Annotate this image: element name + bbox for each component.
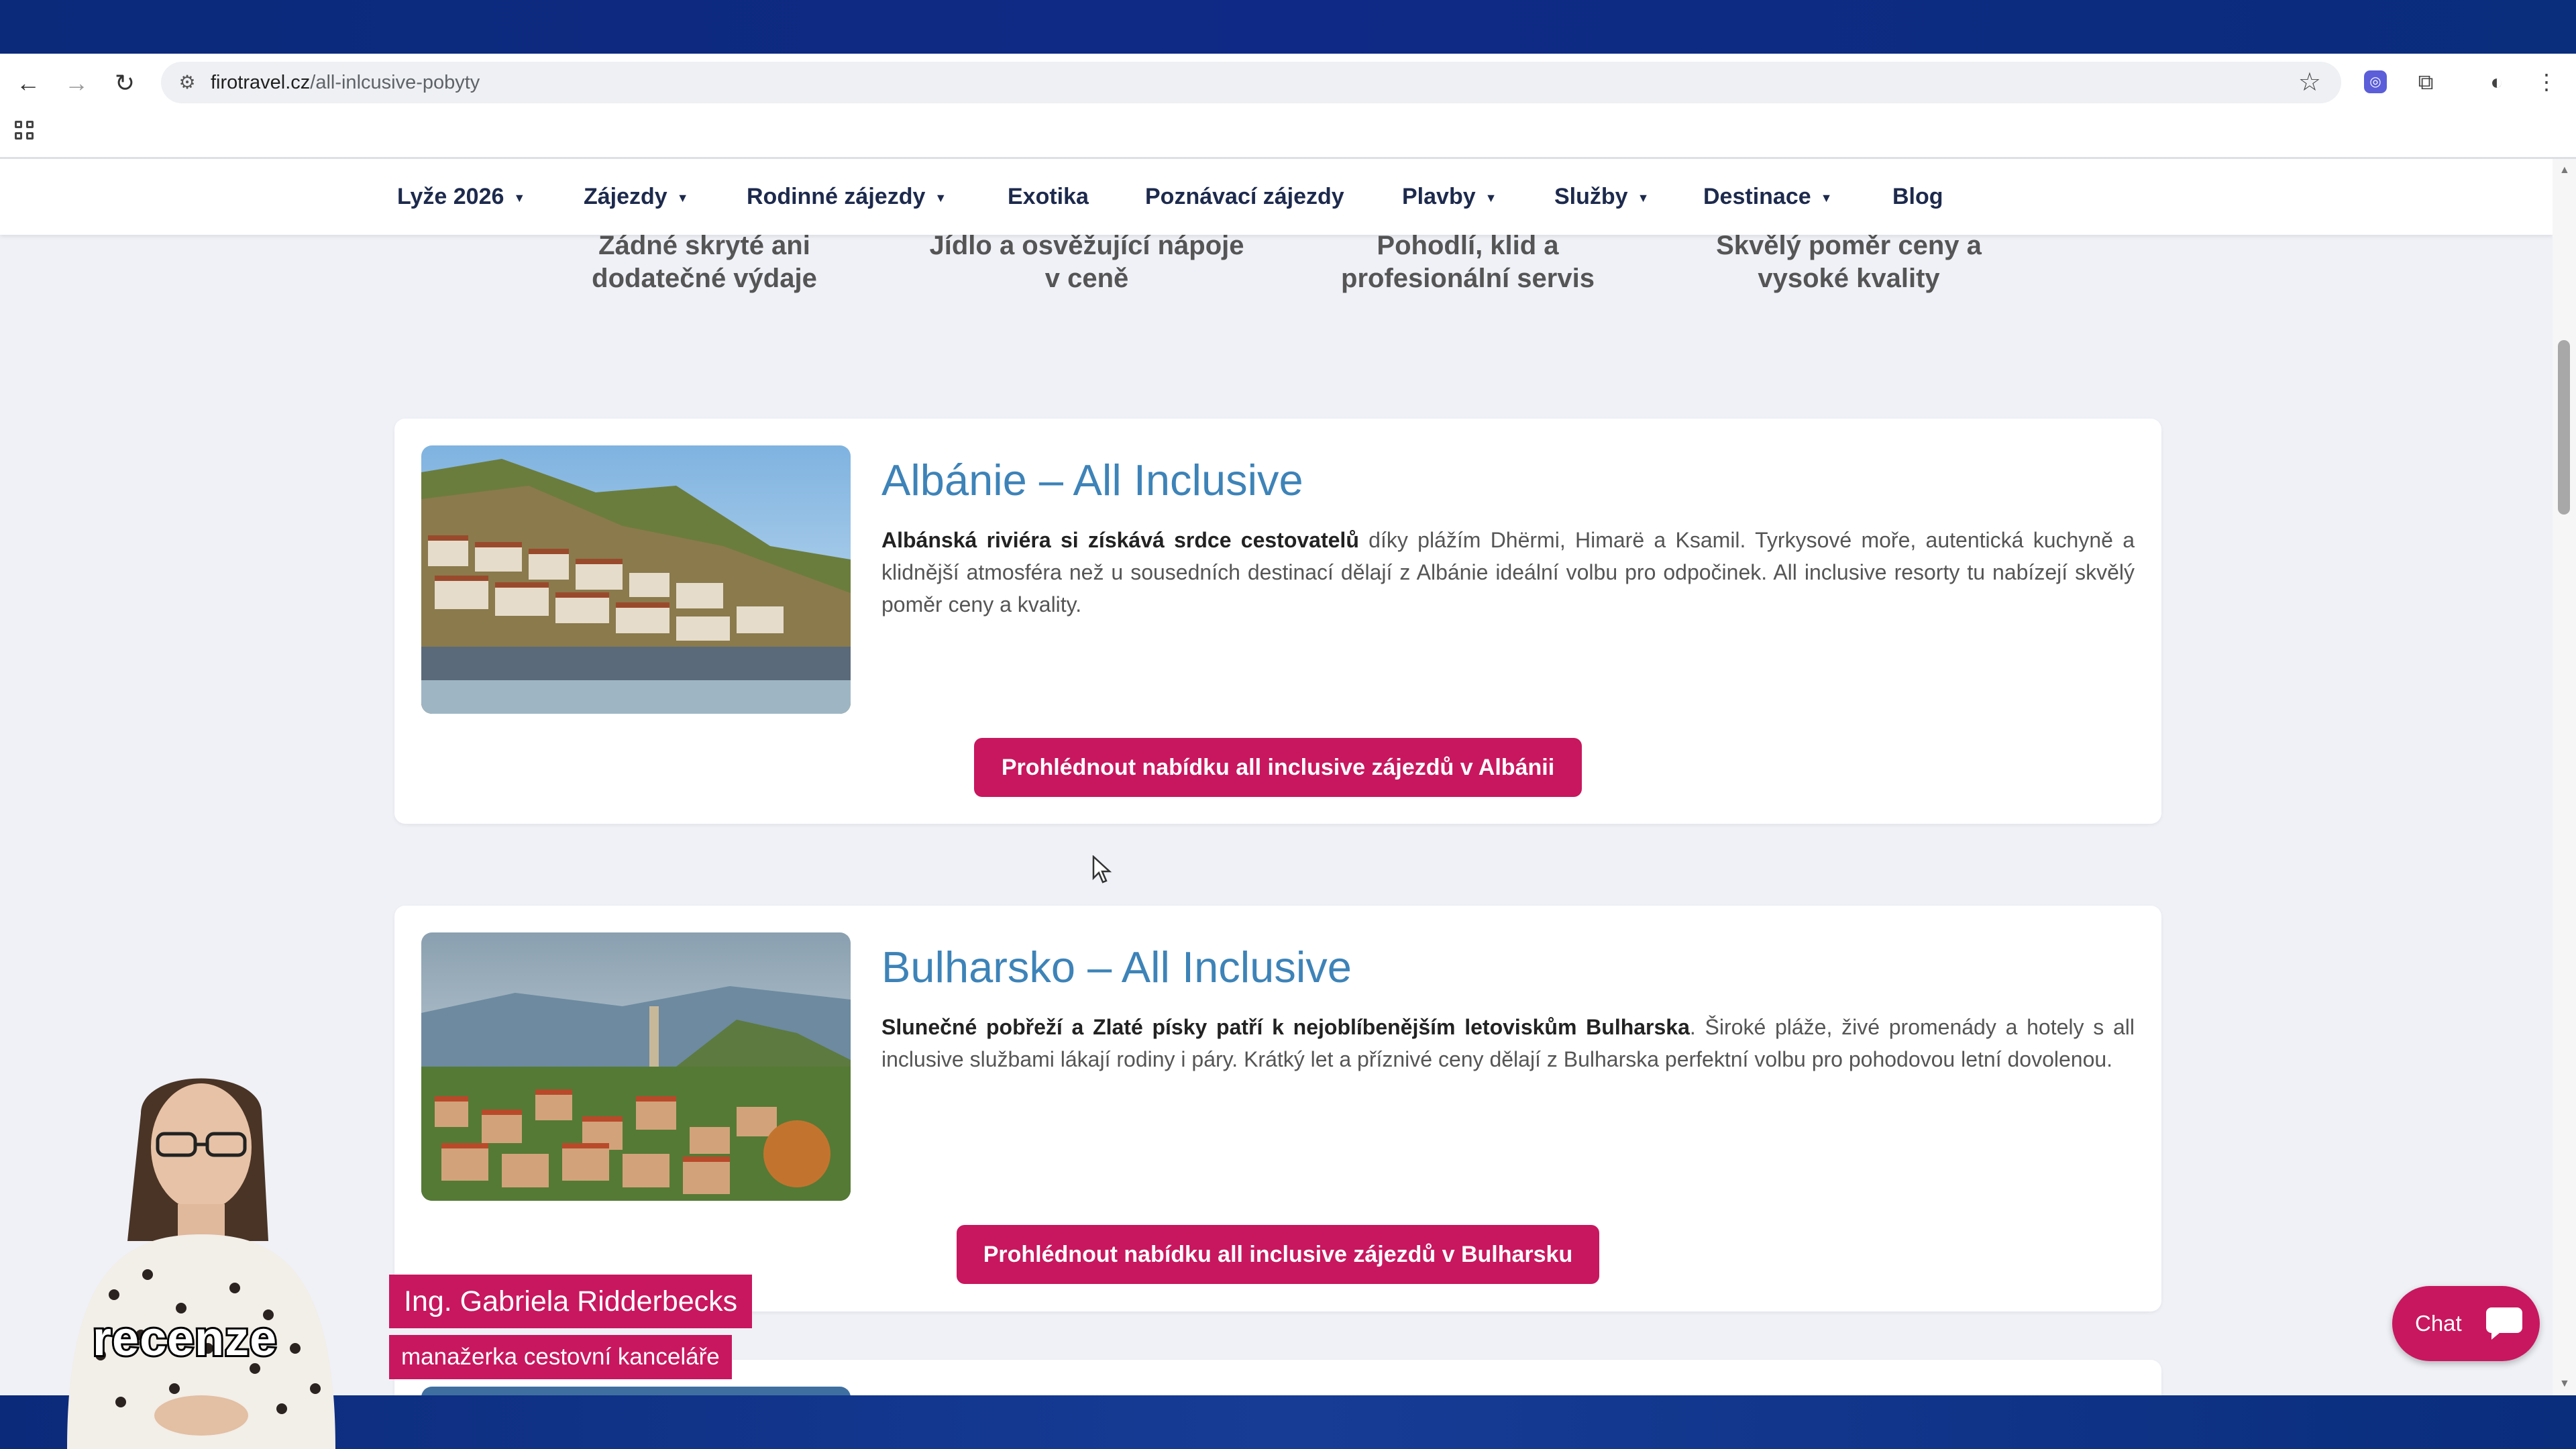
back-icon[interactable]: ← bbox=[9, 64, 47, 102]
extension-icon[interactable]: ◎ bbox=[2364, 70, 2387, 93]
browser-window: ← → ↻ ⚙ firotravel.cz/all-inlcusive-poby… bbox=[0, 54, 2576, 1395]
scroll-up-arrow-icon[interactable]: ▲ bbox=[2559, 164, 2570, 176]
chat-label: Chat bbox=[2415, 1311, 2462, 1336]
presenter-name-tag: Ing. Gabriela Ridderbecks bbox=[389, 1275, 753, 1328]
site-info-icon[interactable]: ⚙ bbox=[174, 70, 200, 95]
browser-toolbar: ← → ↻ ⚙ firotravel.cz/all-inlcusive-poby… bbox=[0, 54, 2576, 110]
next-destination-photo bbox=[421, 1387, 851, 1395]
scrollbar-thumb[interactable] bbox=[2558, 340, 2570, 515]
feature-comfort-service: Pohodlí, klid a profesionální servis bbox=[1341, 231, 1595, 293]
nav-item-plavby[interactable]: Plavby ▼ bbox=[1402, 182, 1497, 213]
presenter-video bbox=[40, 1053, 356, 1449]
nav-item-sluzby[interactable]: Služby ▼ bbox=[1554, 182, 1649, 213]
albania-photo bbox=[421, 445, 851, 714]
chat-bubble-icon bbox=[2486, 1307, 2522, 1340]
bookmarks-bar bbox=[0, 110, 2576, 159]
nav-item-destinace[interactable]: Destinace ▼ bbox=[1703, 182, 1832, 213]
forward-icon[interactable]: → bbox=[58, 64, 95, 102]
card-text-bulgaria: Slunečné pobřeží a Zlaté písky patří k n… bbox=[881, 1015, 2135, 1071]
video-frame-bottom bbox=[0, 1395, 2576, 1449]
feature-food-drinks: Jídlo a osvěžující nápoje v ceně bbox=[929, 231, 1244, 293]
nav-item-blog[interactable]: Blog bbox=[1892, 182, 1943, 211]
bulgaria-photo bbox=[421, 932, 851, 1201]
nav-item-rodinne-zajezdy[interactable]: Rodinné zájezdy ▼ bbox=[747, 182, 947, 213]
destination-card-bulgaria: Bulharsko – All Inclusive Slunečné pobře… bbox=[394, 906, 2161, 1311]
apps-grid-icon[interactable] bbox=[15, 121, 39, 145]
bulgaria-offers-button[interactable]: Prohlédnout nabídku all inclusive zájezd… bbox=[957, 1225, 1599, 1284]
card-title-albania: Albánie – All Inclusive bbox=[881, 455, 1303, 504]
site-navigation: Lyže 2026 ▼ Zájezdy ▼ Rodinné zájezdy ▼ Exo… bbox=[0, 159, 2553, 235]
url-text[interactable]: firotravel.cz/all-inlcusive-pobyty bbox=[211, 62, 480, 103]
address-bar[interactable]: ⚙ firotravel.cz/all-inlcusive-pobyty ☆ bbox=[161, 62, 2341, 103]
mouse-cursor-icon bbox=[1092, 855, 1112, 883]
nav-item-poznavaci-zajezdy[interactable]: Poznávací zájezdy bbox=[1145, 182, 1344, 211]
feature-no-hidden-costs: Žádné skryté ani dodatečné výdaje bbox=[592, 231, 817, 293]
profile-icon[interactable]: ◐ bbox=[2483, 68, 2510, 95]
reload-icon[interactable]: ↻ bbox=[106, 64, 144, 102]
destination-card-albania: Albánie – All Inclusive Albánská riviéra… bbox=[394, 419, 2161, 824]
card-title-bulgaria: Bulharsko – All Inclusive bbox=[881, 943, 1352, 991]
extensions-puzzle-icon[interactable]: ⧉ bbox=[2412, 68, 2439, 95]
nav-item-lyze[interactable]: Lyže 2026 ▼ bbox=[397, 182, 525, 213]
albania-offers-button[interactable]: Prohlédnout nabídku all inclusive zájezd… bbox=[974, 738, 1582, 797]
scrollbar[interactable]: ▲ ▼ bbox=[2553, 159, 2576, 1395]
nav-item-zajezdy[interactable]: Zájezdy ▼ bbox=[584, 182, 689, 213]
menu-kebab-icon[interactable]: ⋮ bbox=[2533, 68, 2560, 95]
nav-item-exotika[interactable]: Exotika bbox=[1008, 182, 1089, 211]
page-viewport: Lyže 2026 ▼ Zájezdy ▼ Rodinné zájezdy ▼ Exo… bbox=[0, 159, 2553, 1395]
bookmark-star-icon[interactable]: ☆ bbox=[2298, 68, 2321, 97]
video-caption: recenze bbox=[91, 1310, 278, 1368]
card-text-albania: Albánská riviéra si získává srdce cestov… bbox=[881, 528, 2135, 616]
chat-button[interactable]: Chat bbox=[2392, 1286, 2540, 1361]
feature-price-quality: Skvělý poměr ceny a vysoké kvality bbox=[1716, 231, 1982, 293]
video-frame-top bbox=[0, 0, 2576, 54]
presenter-role-tag: manažerka cestovní kanceláře bbox=[389, 1335, 732, 1379]
scroll-down-arrow-icon[interactable]: ▼ bbox=[2559, 1378, 2570, 1390]
